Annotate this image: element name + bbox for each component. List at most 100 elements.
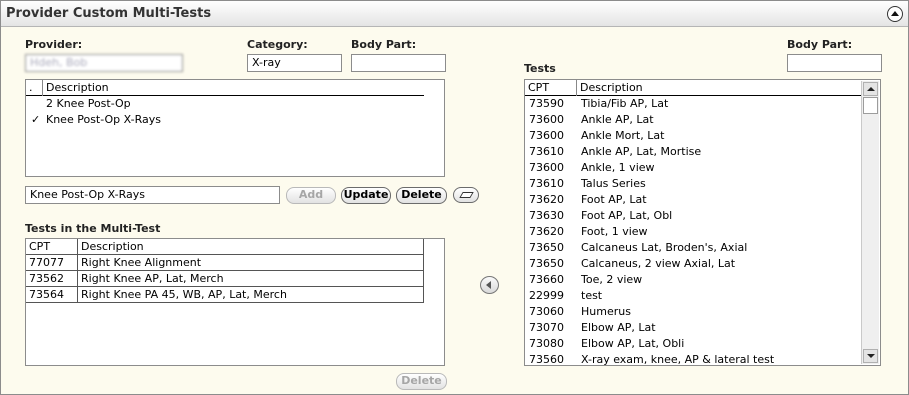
description-cell: Elbow AP, Lat <box>581 321 656 334</box>
cpt-cell: 73600 <box>529 129 564 142</box>
table-row[interactable]: 73600 Ankle AP, Lat <box>525 112 861 128</box>
table-row[interactable]: 73060 Humerus <box>525 304 861 320</box>
multi-tests-panel: Provider Custom Multi-Tests Provider: Hd… <box>0 0 909 395</box>
delete-button[interactable]: Delete <box>396 187 447 204</box>
panel-header: Provider Custom Multi-Tests <box>1 1 908 27</box>
table-row[interactable]: 22999 test <box>525 288 861 304</box>
collapse-up-icon[interactable] <box>887 6 903 22</box>
table-row[interactable]: 73630 Foot AP, Lat, Obl <box>525 208 861 224</box>
table-row[interactable]: 73620 Foot, 1 view <box>525 224 861 240</box>
description-cell: Ankle Mort, Lat <box>581 129 665 142</box>
table-row[interactable]: 73620 Foot AP, Lat <box>525 192 861 208</box>
table-header: CPT Description <box>525 80 861 96</box>
cpt-cell: 73650 <box>529 241 564 254</box>
table-row[interactable]: 73650 Calcaneus Lat, Broden's, Axial <box>525 240 861 256</box>
checkmark-icon <box>31 96 43 112</box>
description-cell: Humerus <box>581 305 631 318</box>
table-row[interactable]: 73610 Ankle AP, Lat, Mortise <box>525 144 861 160</box>
table-row[interactable]: 73080 Elbow AP, Lat, Obli <box>525 336 861 352</box>
tests-body-part-label: Body Part: <box>787 38 853 51</box>
description-cell: Toe, 2 view <box>581 273 643 286</box>
description-cell: X-ray exam, knee, AP & lateral test <box>581 353 775 366</box>
column-header-cpt: CPT <box>26 239 78 255</box>
description-cell: Ankle AP, Lat <box>581 113 654 126</box>
description-cell: Calcaneus, 2 view Axial, Lat <box>581 257 736 270</box>
cpt-cell: 73590 <box>529 97 564 110</box>
description-cell: Tibia/Fib AP, Lat <box>581 97 669 110</box>
cpt-cell: 73560 <box>529 353 564 366</box>
description-cell: Foot AP, Lat <box>581 193 647 206</box>
delete-test-button[interactable]: Delete <box>396 373 447 390</box>
table-row[interactable]: 73600 Ankle, 1 view <box>525 160 861 176</box>
category-field[interactable]: X-ray <box>247 54 342 72</box>
cpt-cell: 73070 <box>529 321 564 334</box>
tests-body-part-field[interactable] <box>787 54 882 72</box>
category-label: Category: <box>247 38 308 51</box>
tests-scrollbar[interactable] <box>861 81 879 364</box>
table-row[interactable]: 73660 Toe, 2 view <box>525 272 861 288</box>
tests-label: Tests <box>524 62 556 75</box>
table-row[interactable]: 77077 Right Knee Alignment <box>26 255 424 271</box>
list-item-label: Knee Post-Op X-Rays <box>46 113 161 126</box>
table-row[interactable]: 73590 Tibia/Fib AP, Lat <box>525 96 861 112</box>
update-button[interactable]: Update <box>341 187 391 204</box>
panel-title: Provider Custom Multi-Tests <box>6 6 212 21</box>
body-part-label: Body Part: <box>351 38 417 51</box>
cpt-cell: 73610 <box>529 177 564 190</box>
column-header-description: Description <box>46 81 109 94</box>
multitest-list[interactable]: . Description 2 Knee Post-Op ✓ Knee Post… <box>25 79 445 177</box>
cpt-cell: 73620 <box>529 193 564 206</box>
tests-in-multitest-table[interactable]: CPT Description 77077 Right Knee Alignme… <box>25 238 445 366</box>
cpt-cell: 77077 <box>26 255 78 271</box>
description-cell: Foot AP, Lat, Obl <box>581 209 673 222</box>
table-row[interactable]: 73070 Elbow AP, Lat <box>525 320 861 336</box>
description-cell: Right Knee PA 45, WB, AP, Lat, Merch <box>78 287 424 303</box>
description-cell: Ankle AP, Lat, Mortise <box>581 145 702 158</box>
list-item[interactable]: 2 Knee Post-Op <box>26 96 424 112</box>
column-header-check: . <box>26 80 43 96</box>
cpt-cell: 73562 <box>26 271 78 287</box>
provider-label: Provider: <box>25 38 83 51</box>
table-row[interactable]: 73650 Calcaneus, 2 view Axial, Lat <box>525 256 861 272</box>
cpt-cell: 73630 <box>529 209 564 222</box>
list-item[interactable]: ✓ Knee Post-Op X-Rays <box>26 112 424 128</box>
cpt-cell: 73080 <box>529 337 564 350</box>
tests-in-multitest-label: Tests in the Multi-Test <box>25 222 161 235</box>
multitest-name-input[interactable]: Knee Post-Op X-Rays <box>25 186 280 204</box>
list-item-label: 2 Knee Post-Op <box>46 97 131 110</box>
eraser-icon[interactable] <box>453 187 479 203</box>
cpt-cell: 73650 <box>529 257 564 270</box>
cpt-cell: 73620 <box>529 225 564 238</box>
description-cell: Ankle, 1 view <box>581 161 655 174</box>
add-button[interactable]: Add <box>286 187 336 204</box>
table-header: CPT Description <box>26 239 424 255</box>
body-part-field[interactable] <box>351 54 446 72</box>
column-header-cpt: CPT <box>525 80 577 96</box>
cpt-cell: 73564 <box>26 287 78 303</box>
column-header-description: Description <box>580 81 643 94</box>
table-row[interactable]: 73600 Ankle Mort, Lat <box>525 128 861 144</box>
cpt-cell: 73600 <box>529 113 564 126</box>
cpt-cell: 73600 <box>529 161 564 174</box>
description-cell: Talus Series <box>581 177 646 190</box>
description-cell: Calcaneus Lat, Broden's, Axial <box>581 241 748 254</box>
provider-field[interactable]: Hdeh, Bob <box>25 54 183 72</box>
cpt-cell: 73660 <box>529 273 564 286</box>
table-row[interactable]: 73564 Right Knee PA 45, WB, AP, Lat, Mer… <box>26 287 424 303</box>
arrow-left-icon[interactable] <box>480 276 499 294</box>
column-header-description: Description <box>78 239 424 255</box>
table-row[interactable]: 73610 Talus Series <box>525 176 861 192</box>
table-row[interactable]: 73560 X-ray exam, knee, AP & lateral test <box>525 352 861 366</box>
cpt-cell: 22999 <box>529 289 564 302</box>
description-cell: Elbow AP, Lat, Obli <box>581 337 685 350</box>
description-cell: Foot, 1 view <box>581 225 648 238</box>
description-cell: test <box>581 289 603 302</box>
table-row[interactable]: 73562 Right Knee AP, Lat, Merch <box>26 271 424 287</box>
description-cell: Right Knee Alignment <box>78 255 424 271</box>
tests-table[interactable]: CPT Description 73590 Tibia/Fib AP, Lat 73… <box>524 79 881 366</box>
scroll-thumb[interactable] <box>863 97 878 114</box>
scroll-down-icon[interactable] <box>863 349 878 363</box>
scroll-up-icon[interactable] <box>863 82 878 96</box>
description-cell: Right Knee AP, Lat, Merch <box>78 271 424 287</box>
cpt-cell: 73610 <box>529 145 564 158</box>
